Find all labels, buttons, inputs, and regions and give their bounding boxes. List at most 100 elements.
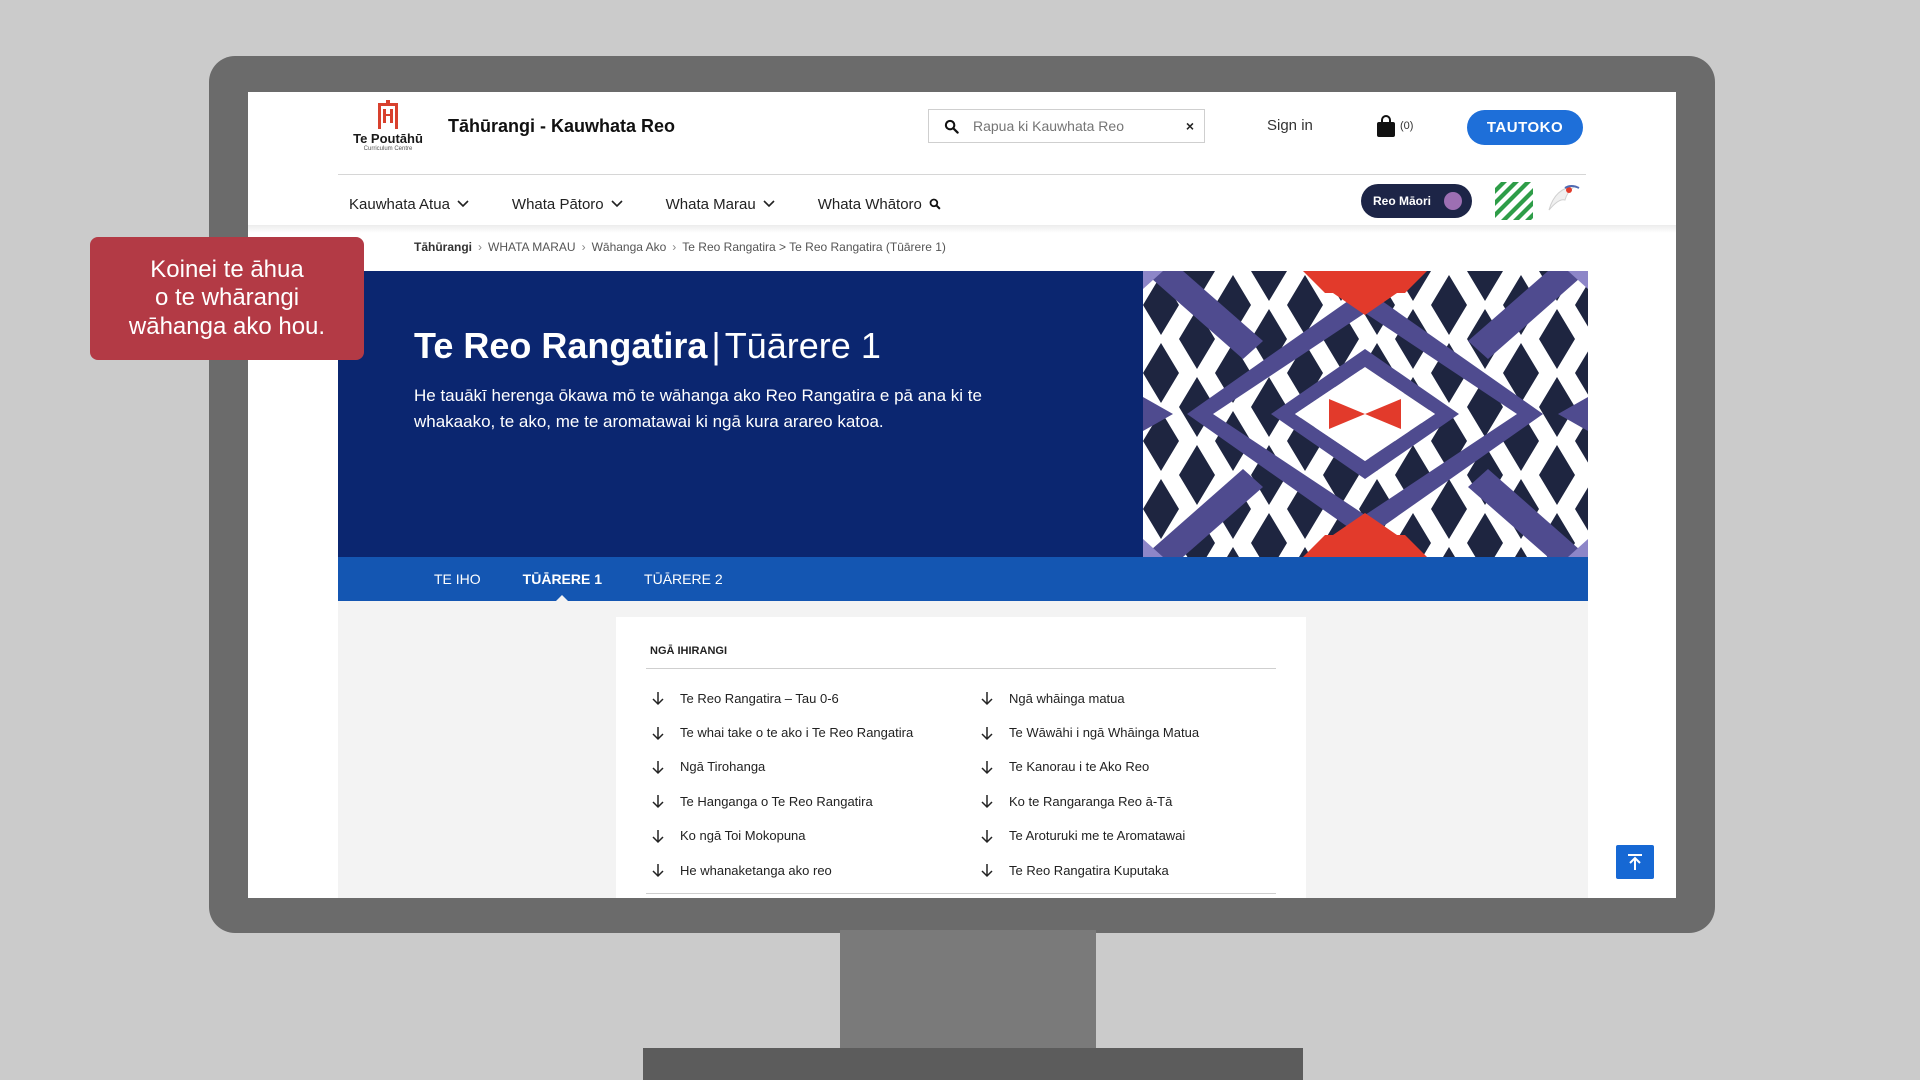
main-nav: Kauwhata Atua Whata Pātoro Whata Marau W… (338, 184, 973, 224)
arrow-down-icon (652, 726, 664, 740)
language-toggle[interactable]: Reo Māori (1361, 184, 1472, 218)
header-divider (338, 174, 1586, 175)
contents-link-label: Te Reo Rangatira – Tau 0-6 (680, 690, 839, 706)
tautoko-button[interactable]: TAUTOKO (1467, 110, 1583, 145)
search-box: × (928, 109, 1205, 143)
sign-in-link[interactable]: Sign in (1267, 117, 1313, 134)
contents-link[interactable]: Te Wāwāhi i ngā Whāinga Matua (979, 715, 1199, 749)
contents-link[interactable]: Te Hanganga o Te Reo Rangatira (650, 784, 913, 818)
arrow-up-to-line-icon (1628, 854, 1642, 870)
arrow-down-icon (981, 726, 993, 740)
breadcrumb-item[interactable]: WHATA MARAU (488, 240, 576, 254)
contents-link[interactable]: Ngā whāinga matua (979, 681, 1199, 715)
arrow-down-icon (652, 795, 664, 809)
arrow-down-icon (652, 864, 664, 878)
contents-column-right: Ngā whāinga matua Te Wāwāhi i ngā Whāing… (979, 681, 1199, 887)
breadcrumb-separator: › (672, 240, 677, 254)
close-icon[interactable]: × (1176, 118, 1204, 134)
browser-screen: Te Poutāhū Curriculum Centre Tāhūrangi -… (248, 92, 1676, 898)
contents-column-left: Te Reo Rangatira – Tau 0-6 Te whai take … (650, 681, 913, 887)
contents-panel: NGĀ IHIRANGI Te Reo Rangatira – Tau 0-6 … (616, 617, 1306, 898)
contents-link-label: Te Wāwāhi i ngā Whāinga Matua (1009, 725, 1200, 741)
contents-link-label: Te Hanganga o Te Reo Rangatira (680, 793, 873, 809)
tab-label: TŪĀRERE 2 (644, 571, 723, 587)
callout-line: Koinei te āhua (150, 255, 304, 283)
nav-item-whata-whatoro[interactable]: Whata Whātoro (807, 196, 941, 213)
arrow-down-icon (981, 829, 993, 843)
hero-subtitle: Tūārere 1 (724, 325, 881, 366)
tab-te-iho[interactable]: TE IHO (434, 557, 481, 601)
contents-link[interactable]: Ngā Tirohanga (650, 750, 913, 784)
bird-icon[interactable] (1545, 180, 1583, 218)
callout-line: wāhanga ako hou. (128, 312, 326, 340)
search-input[interactable] (973, 118, 1176, 134)
cart-button[interactable]: (0) (1374, 114, 1413, 138)
contents-link[interactable]: Te whai take o te ako i Te Reo Rangatira (650, 715, 913, 749)
breadcrumb-item[interactable]: Tāhūrangi (414, 240, 472, 254)
logo-subtitle: Curriculum Centre (363, 146, 413, 152)
arrow-down-icon (981, 692, 993, 706)
callout-line: o te whārangi (154, 284, 300, 312)
contents-link[interactable]: Ko ngā Toi Mokopuna (650, 819, 913, 853)
search-icon (929, 198, 941, 210)
shopping-bag-icon (1377, 115, 1395, 137)
arrow-down-icon (981, 864, 993, 878)
logo-name: Te Poutāhū (353, 131, 423, 146)
chevron-down-icon (457, 200, 469, 208)
cart-count: (0) (1400, 120, 1414, 132)
nav-item-whata-patoro[interactable]: Whata Pātoro (501, 196, 623, 213)
tab-label: TŪĀRERE 1 (522, 571, 603, 587)
title-separator: | (711, 325, 721, 366)
nav-item-label: Whata Marau (665, 195, 756, 213)
hero-banner: Te Reo Rangatira | Tūārere 1 He tauākī her… (338, 271, 1588, 557)
contents-link[interactable]: He whanaketanga ako reo (650, 853, 913, 887)
contents-link-label: Ko te Rangaranga Reo ā-Tā (1009, 793, 1173, 809)
contents-link[interactable]: Te Aroturuki me te Aromatawai (979, 819, 1199, 853)
tab-tuarere-2[interactable]: TŪĀRERE 2 (644, 557, 723, 601)
arrow-down-icon (981, 795, 993, 809)
nav-item-kauwhata-atua[interactable]: Kauwhata Atua (338, 196, 469, 213)
kowhaiwhai-pattern-image (1143, 271, 1588, 557)
arrow-down-icon (981, 760, 993, 775)
nav-item-label: Kauwhata Atua (349, 195, 450, 213)
contents-link-label: Ngā Tirohanga (680, 759, 766, 775)
language-toggle-label: Reo Māori (1373, 194, 1432, 208)
pattern-icon[interactable] (1495, 182, 1533, 220)
site-logo[interactable]: Te Poutāhū Curriculum Centre (346, 100, 430, 160)
contents-link[interactable]: Te Kanorau i te Ako Reo (979, 750, 1199, 784)
contents-link[interactable]: Te Reo Rangatira – Tau 0-6 (650, 681, 913, 715)
divider (646, 668, 1276, 669)
nav-item-whata-marau[interactable]: Whata Marau (655, 196, 775, 213)
arrow-down-icon (652, 692, 664, 706)
breadcrumb-current: Te Reo Rangatira > Te Reo Rangatira (Tūā… (682, 240, 946, 254)
toggle-knob (1444, 192, 1462, 210)
contents-link-label: Te Kanorau i te Ako Reo (1009, 759, 1150, 775)
back-to-top-button[interactable] (1616, 845, 1654, 879)
search-icon[interactable] (929, 119, 973, 134)
header-shadow (248, 225, 1676, 233)
nav-item-label: Whata Pātoro (511, 195, 604, 213)
breadcrumb: Tāhūrangi › WHATA MARAU › Wāhanga Ako › … (414, 240, 946, 254)
contents-link[interactable]: Ko te Rangaranga Reo ā-Tā (979, 784, 1199, 818)
section-tabs: TE IHO TŪĀRERE 1 TŪĀRERE 2 (338, 557, 1588, 602)
breadcrumb-item[interactable]: Wāhanga Ako (592, 240, 667, 254)
contents-heading: NGĀ IHIRANGI (650, 645, 727, 657)
monitor-stand-base (643, 1048, 1303, 1080)
contents-link-label: Te Aroturuki me te Aromatawai (1009, 828, 1186, 844)
contents-link[interactable]: Te Reo Rangatira Kuputaka (979, 853, 1199, 887)
hero-description: He tauākī herenga ōkawa mō te wāhanga ak… (414, 386, 982, 431)
callout-annotation: Koinei te āhua o te whārangi wāhanga ako… (90, 237, 364, 360)
logo-mark-icon (378, 100, 398, 129)
contents-link-label: Te whai take o te ako i Te Reo Rangatira (680, 725, 914, 741)
contents-link-label: Ko ngā Toi Mokopuna (680, 828, 806, 844)
site-title[interactable]: Tāhūrangi - Kauwhata Reo (448, 116, 675, 137)
divider (646, 893, 1276, 894)
tab-tuarere-1[interactable]: TŪĀRERE 1 (522, 557, 603, 602)
nav-item-label: Whata Whātoro (817, 195, 922, 213)
chevron-down-icon (763, 200, 775, 208)
contents-link-label: Ngā whāinga matua (1009, 690, 1125, 706)
contents-link-label: He whanaketanga ako reo (680, 862, 832, 878)
arrow-down-icon (652, 829, 664, 843)
monitor-stand-neck (840, 930, 1096, 1050)
hero-title: Te Reo Rangatira (414, 325, 708, 366)
